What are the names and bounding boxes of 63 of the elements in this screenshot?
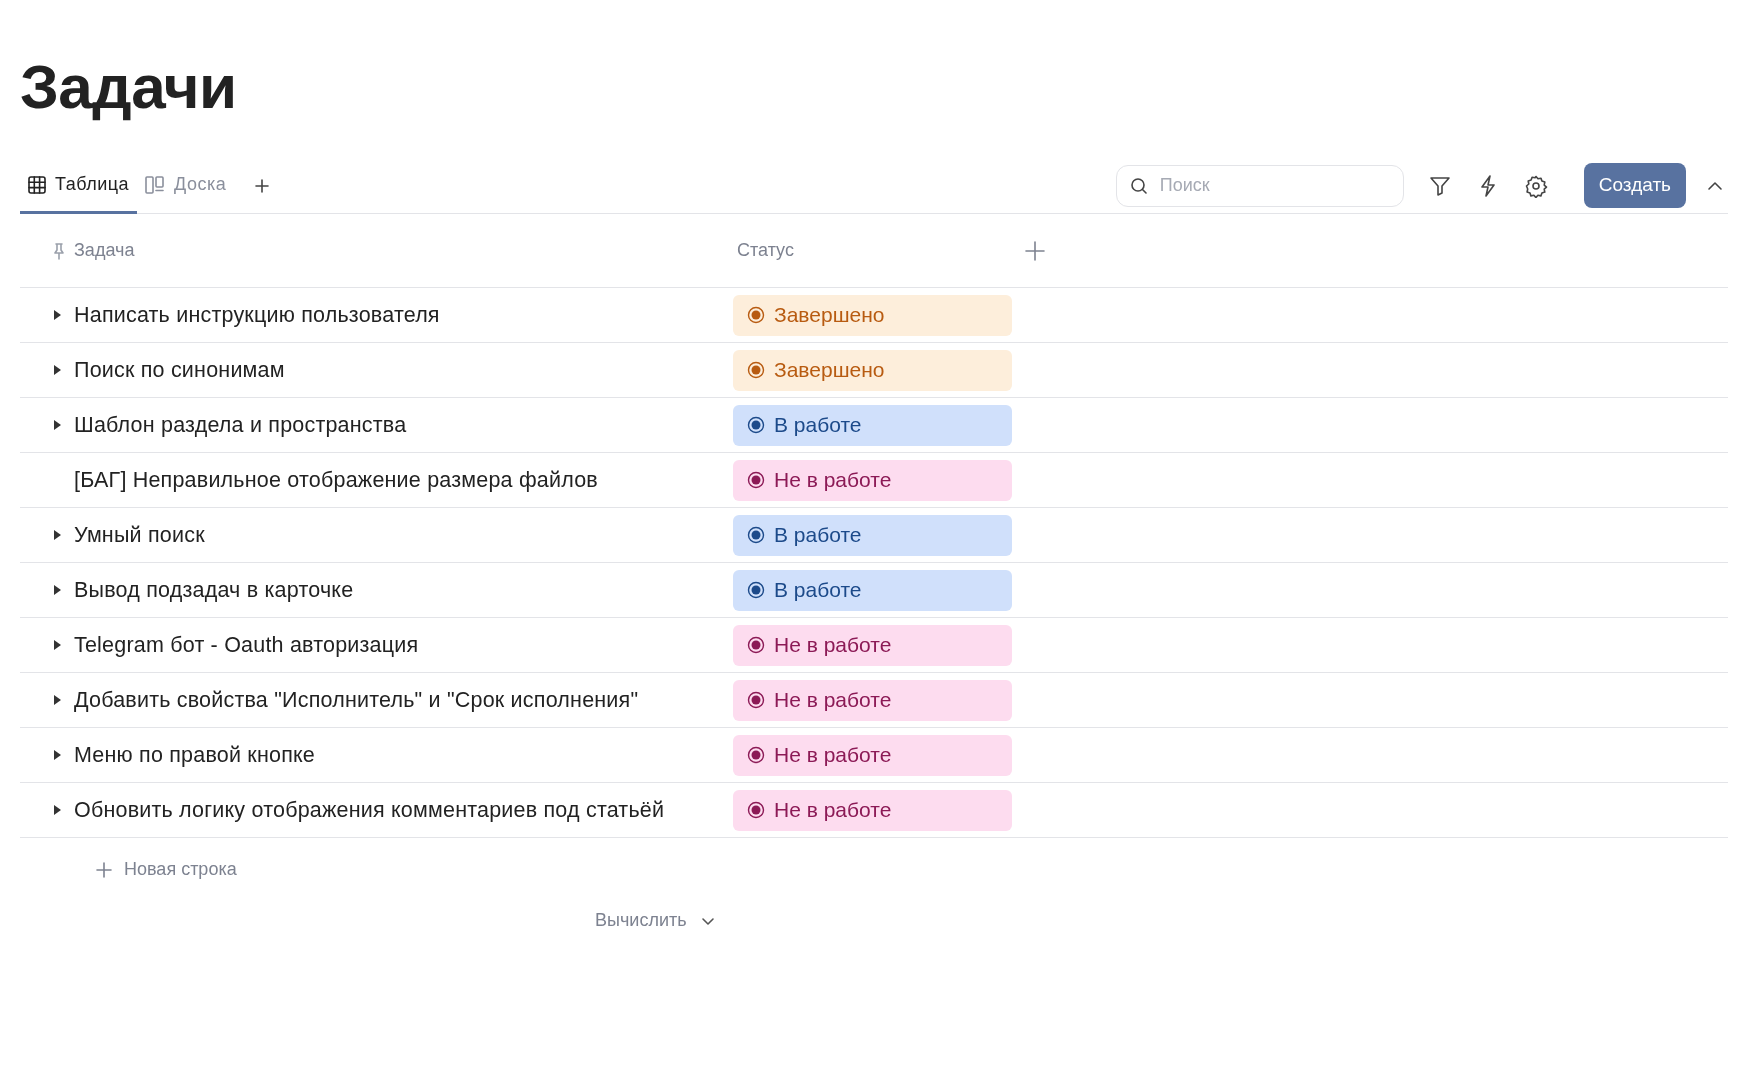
status-label: Не в работе [774, 632, 892, 659]
status-dot-icon [747, 416, 765, 434]
status-tag[interactable]: Завершено [733, 349, 1012, 391]
status-tag[interactable]: Не в работе [733, 624, 1012, 666]
status-dot-icon [747, 801, 765, 819]
task-name: Telegram бот - Oauth авторизация [74, 631, 419, 659]
task-name: [БАГ] Неправильное отображение размера файлов [74, 466, 598, 494]
expand-triangle-icon[interactable] [52, 309, 62, 321]
task-name: Обновить логику отображения комментариев под статьёй [74, 796, 665, 824]
status-label: Не в работе [774, 467, 892, 494]
status-dot-icon [747, 746, 765, 764]
column-header: Статус [736, 239, 794, 262]
status-label: В работе [774, 412, 862, 439]
status-label: Завершено [774, 302, 885, 329]
status-dot-icon [747, 581, 765, 599]
calculate-button[interactable]: Вычислить [595, 907, 715, 934]
task-name: Умный поиск [74, 521, 205, 549]
status-label: Завершено [774, 357, 885, 384]
status-dot-icon [747, 471, 765, 489]
status-dot-icon [747, 636, 765, 654]
task-name: Поиск по синонимам [74, 356, 285, 384]
column-header: Задача [74, 239, 135, 262]
expand-triangle-icon[interactable] [52, 749, 62, 761]
settings-icon [1523, 173, 1548, 198]
task-name: Шаблон раздела и пространства [74, 411, 407, 439]
task-name: Меню по правой кнопке [74, 741, 315, 769]
expand-triangle-icon[interactable] [52, 364, 62, 376]
expand-triangle-icon[interactable] [52, 639, 62, 651]
status-tag[interactable]: В работе [733, 569, 1012, 611]
expand-triangle-icon[interactable] [52, 694, 62, 706]
status-label: Не в работе [774, 742, 892, 769]
expand-triangle-icon[interactable] [52, 804, 62, 816]
create-button[interactable]: Создать [1583, 163, 1686, 208]
search-field[interactable]: Поиск [1115, 164, 1404, 207]
expand-triangle-icon[interactable] [52, 584, 62, 596]
status-tag[interactable]: Не в работе [733, 789, 1012, 831]
status-dot-icon [747, 361, 765, 379]
status-tag[interactable]: В работе [733, 514, 1012, 556]
status-label: В работе [774, 522, 862, 549]
status-dot-icon [747, 691, 765, 709]
view-tab[interactable]: Таблица [20, 158, 138, 214]
status-tag[interactable]: Не в работе [733, 459, 1012, 501]
status-label: Не в работе [774, 687, 892, 714]
new-row-button[interactable]: Новая строка [96, 856, 237, 883]
plus-icon [1024, 239, 1046, 262]
status-tag[interactable]: Не в работе [733, 679, 1012, 721]
task-name: Написать инструкцию пользователя [74, 301, 440, 329]
plus-icon [254, 177, 271, 194]
status-label: В работе [774, 577, 862, 604]
columns-icon [145, 175, 166, 194]
status-label: Не в работе [774, 797, 892, 824]
status-tag[interactable]: В работе [733, 404, 1012, 446]
expand-triangle-icon[interactable] [52, 529, 62, 541]
task-name: Добавить свойства "Исполнитель" и "Срок исполнения" [74, 686, 639, 714]
status-tag[interactable]: Завершено [733, 294, 1012, 336]
task-name: Вывод подзадач в карточке [74, 576, 354, 604]
plus-icon [96, 861, 112, 878]
expand-triangle-icon[interactable] [52, 419, 62, 431]
status-dot-icon [747, 306, 765, 324]
status-dot-icon [747, 526, 765, 544]
table-icon [28, 175, 46, 194]
status-tag[interactable]: Не в работе [733, 734, 1012, 776]
pin-icon [52, 241, 66, 260]
